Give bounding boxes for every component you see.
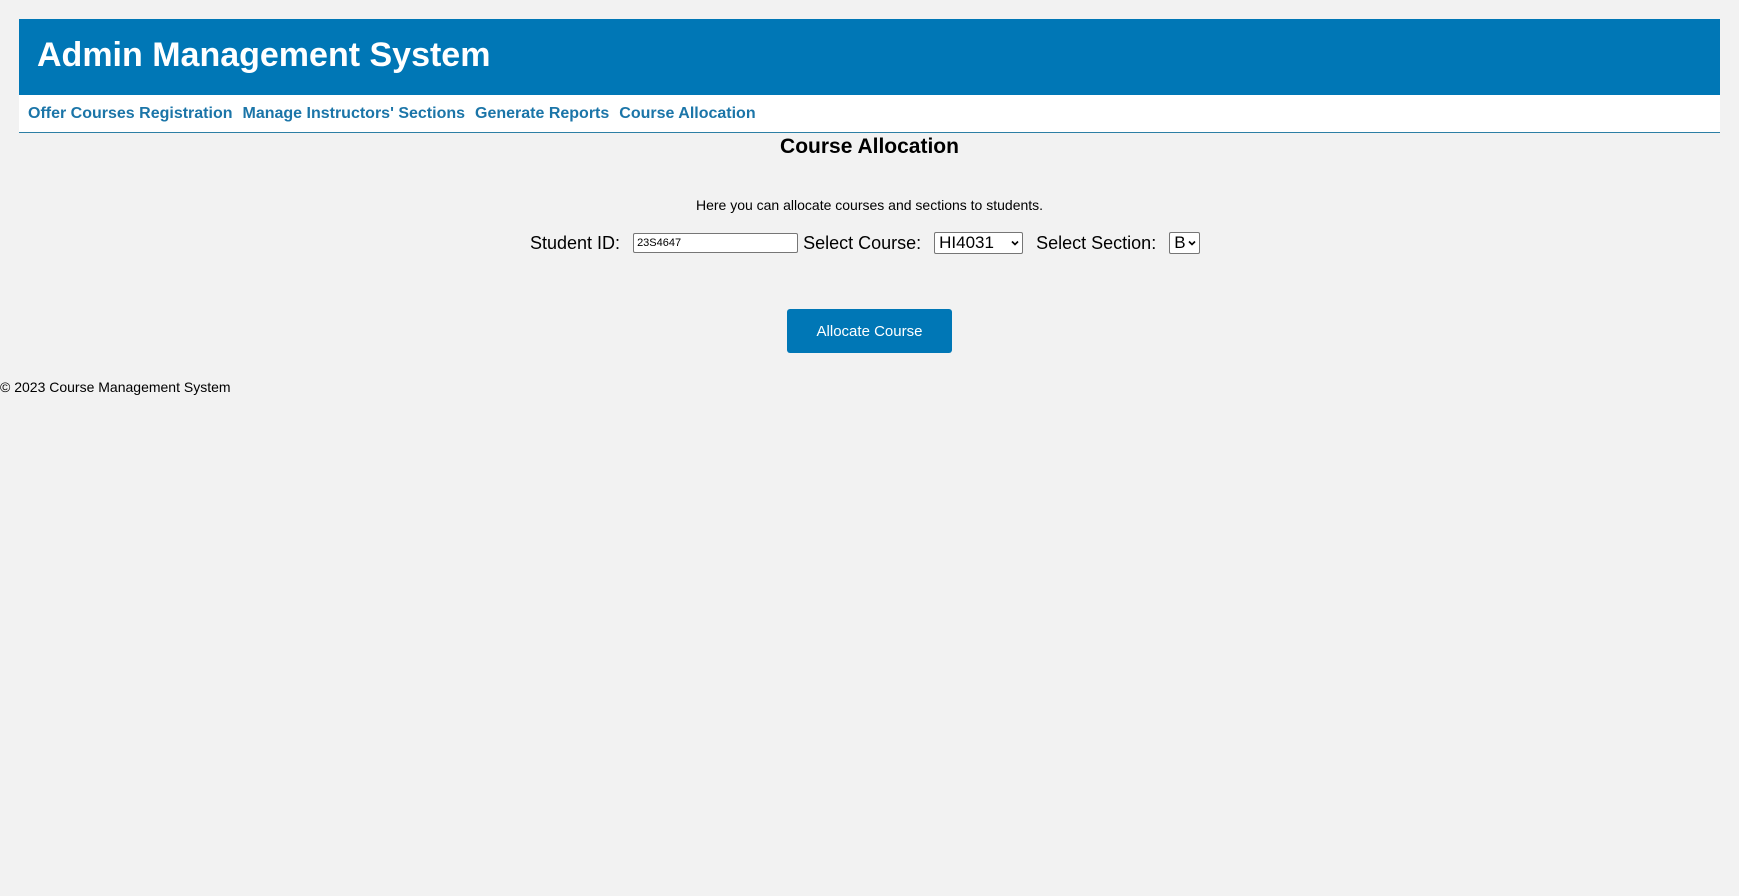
nav-course-allocation[interactable]: Course Allocation	[619, 105, 755, 123]
allocation-form: Student ID: Select Course: HI4031 Select…	[530, 230, 1201, 256]
nav-offer-courses-registration[interactable]: Offer Courses Registration	[28, 105, 232, 123]
page-description: Here you can allocate courses and sectio…	[695, 197, 1044, 213]
course-select-value: HI4031	[939, 233, 994, 252]
student-id-input[interactable]	[633, 233, 799, 253]
course-select-label: Select Course:	[803, 232, 922, 253]
chevron-down-icon	[1011, 240, 1019, 246]
student-id-label: Student ID:	[530, 232, 621, 253]
nav-generate-reports[interactable]: Generate Reports	[475, 105, 609, 123]
course-select[interactable]: HI4031	[934, 232, 1024, 254]
footer-copyright: © 2023 Course Management System	[0, 379, 231, 395]
header-banner: Admin Management System	[19, 19, 1720, 95]
section-select-label: Select Section:	[1036, 232, 1157, 253]
section-select-value: B	[1174, 233, 1186, 252]
main-nav: Offer Courses Registration Manage Instru…	[19, 95, 1720, 133]
section-select[interactable]: B	[1169, 232, 1201, 254]
chevron-down-icon	[1188, 240, 1196, 246]
allocate-course-button[interactable]: Allocate Course	[787, 309, 952, 353]
nav-manage-instructors-sections[interactable]: Manage Instructors' Sections	[242, 105, 465, 123]
app-title: Admin Management System	[37, 36, 491, 74]
page-title: Course Allocation	[780, 135, 959, 158]
